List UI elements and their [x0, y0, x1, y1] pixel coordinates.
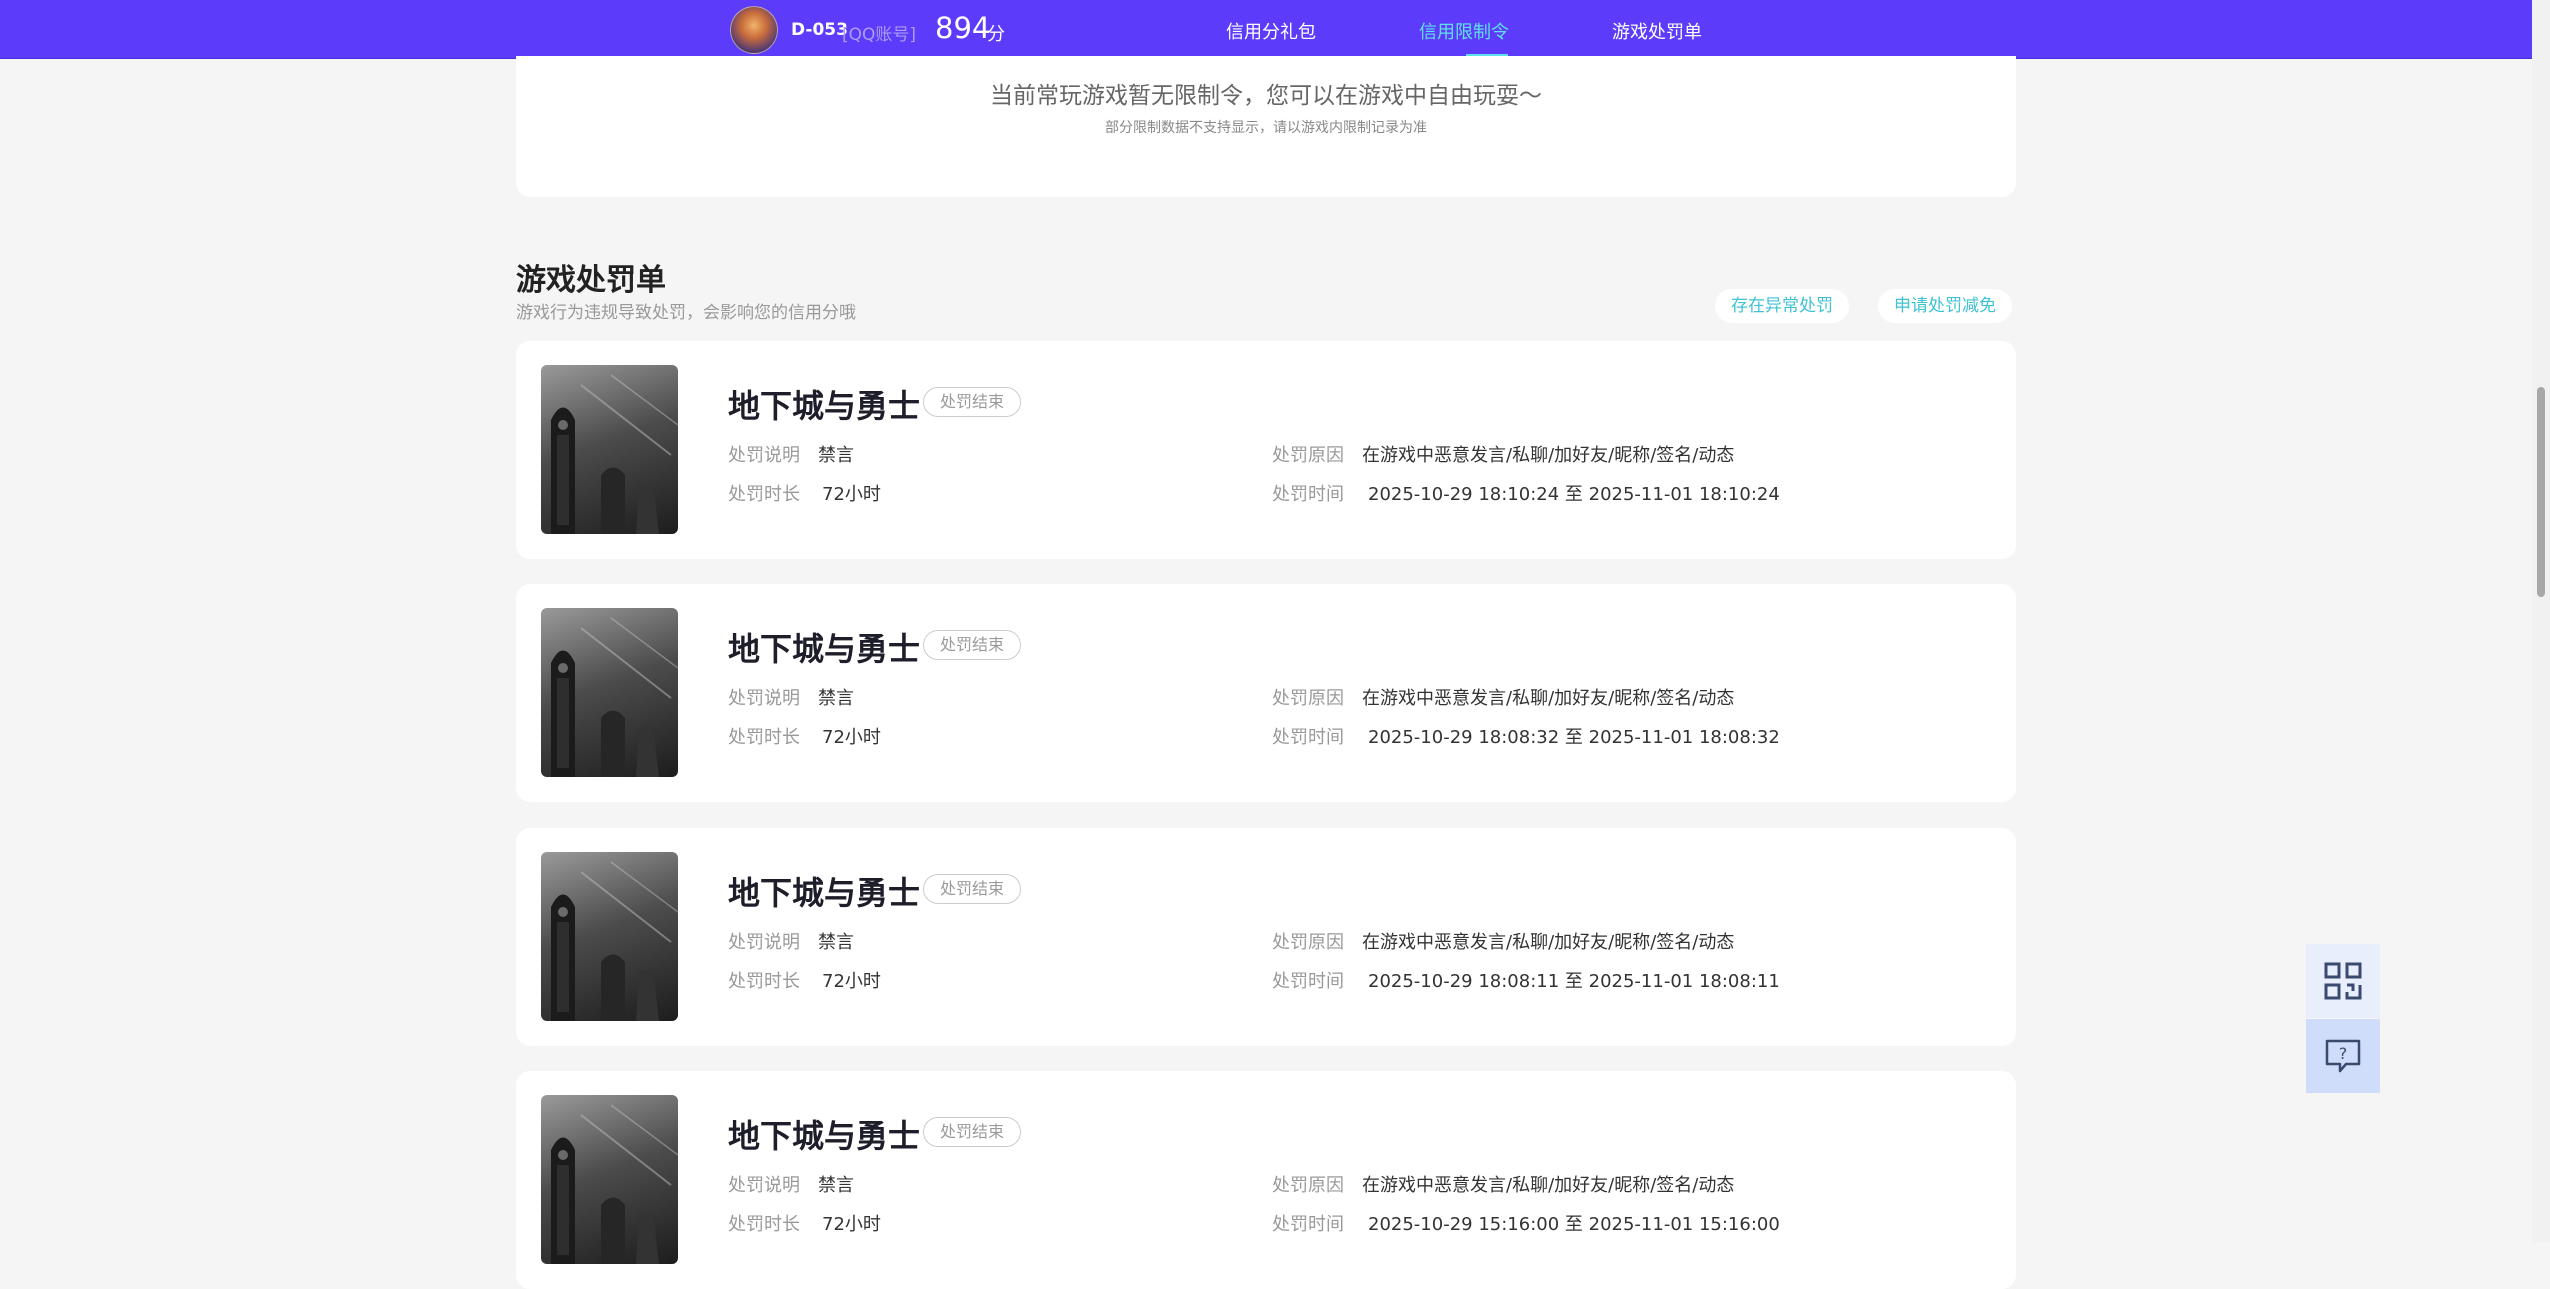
- penalty-time-label: 处罚时间: [1272, 484, 1344, 505]
- game-name: 地下城与勇士: [728, 387, 921, 425]
- penalty-desc-value: 禁言: [818, 932, 854, 953]
- user-name: D-053: [791, 20, 848, 40]
- penalty-time-value: 2025-10-29 18:08:32 至 2025-11-01 18:08:3…: [1368, 727, 1780, 748]
- penalty-desc-label: 处罚说明: [728, 688, 800, 709]
- game-name: 地下城与勇士: [728, 874, 921, 912]
- svg-text:?: ?: [2339, 1044, 2348, 1063]
- penalty-time-value: 2025-10-29 18:10:24 至 2025-11-01 18:10:2…: [1368, 484, 1780, 505]
- tab-credit-restriction[interactable]: 信用限制令: [1419, 18, 1509, 44]
- section-title: 游戏处罚单: [516, 263, 666, 298]
- game-thumbnail: [541, 365, 678, 534]
- penalty-desc-label: 处罚说明: [728, 1175, 800, 1196]
- status-badge: 处罚结束: [923, 1117, 1022, 1147]
- status-badge: 处罚结束: [923, 874, 1022, 904]
- penalty-reason-value: 在游戏中恶意发言/私聊/加好友/昵称/签名/动态: [1362, 445, 1735, 466]
- penalty-time-label: 处罚时间: [1272, 971, 1344, 992]
- penalty-reason-label: 处罚原因: [1272, 1175, 1344, 1196]
- tab-game-penalty[interactable]: 游戏处罚单: [1612, 18, 1702, 44]
- status-badge: 处罚结束: [923, 630, 1022, 660]
- help-feedback-button[interactable]: ?: [2306, 1019, 2380, 1093]
- status-badge: 处罚结束: [923, 387, 1022, 417]
- penalty-card[interactable]: 地下城与勇士 处罚结束处罚说明 禁言 处罚时长 72小时 处罚原因 在游戏中恶意发言/私聊/…: [516, 584, 2016, 802]
- penalty-reason-label: 处罚原因: [1272, 445, 1344, 466]
- penalty-reason-label: 处罚原因: [1272, 688, 1344, 709]
- penalty-duration-value: 72小时: [822, 727, 881, 748]
- abnormal-penalty-button[interactable]: 存在异常处罚: [1715, 289, 1849, 323]
- penalty-card[interactable]: 地下城与勇士 处罚结束处罚说明 禁言 处罚时长 72小时 处罚原因 在游戏中恶意发言/私聊/…: [516, 1071, 2016, 1289]
- game-name: 地下城与勇士: [728, 630, 921, 668]
- penalty-reason-value: 在游戏中恶意发言/私聊/加好友/昵称/签名/动态: [1362, 1175, 1735, 1196]
- apply-reduction-button[interactable]: 申请处罚减免: [1878, 289, 2012, 323]
- game-name: 地下城与勇士: [728, 1117, 921, 1155]
- penalty-duration-label: 处罚时长: [728, 971, 800, 992]
- penalty-duration-label: 处罚时长: [728, 484, 800, 505]
- avatar[interactable]: [730, 6, 778, 54]
- penalty-duration-label: 处罚时长: [728, 727, 800, 748]
- qr-code-button[interactable]: [2306, 944, 2380, 1018]
- penalty-reason-value: 在游戏中恶意发言/私聊/加好友/昵称/签名/动态: [1362, 688, 1735, 709]
- penalty-desc-label: 处罚说明: [728, 445, 800, 466]
- game-thumbnail: [541, 608, 678, 777]
- penalty-time-value: 2025-10-29 15:16:00 至 2025-11-01 15:16:0…: [1368, 1214, 1780, 1235]
- game-thumbnail: [541, 852, 678, 1021]
- section-subtitle: 游戏行为违规导致处罚，会影响您的信用分哦: [516, 303, 856, 323]
- penalty-time-value: 2025-10-29 18:08:11 至 2025-11-01 18:08:1…: [1368, 971, 1780, 992]
- penalty-card[interactable]: 地下城与勇士 处罚结束处罚说明 禁言 处罚时长 72小时 处罚原因 在游戏中恶意发言/私聊/…: [516, 828, 2016, 1046]
- notice-sub-text: 部分限制数据不支持显示，请以游戏内限制记录为准: [1105, 120, 1427, 136]
- qr-code-icon: [2324, 962, 2362, 1000]
- penalty-duration-label: 处罚时长: [728, 1214, 800, 1235]
- penalty-desc-label: 处罚说明: [728, 932, 800, 953]
- tab-credit-gift[interactable]: 信用分礼包: [1226, 18, 1316, 44]
- credit-score-unit: 分: [987, 24, 1005, 45]
- penalty-time-label: 处罚时间: [1272, 1214, 1344, 1235]
- account-type: [QQ账号]: [842, 25, 917, 45]
- penalty-reason-label: 处罚原因: [1272, 932, 1344, 953]
- notice-main-text: 当前常玩游戏暂无限制令，您可以在游戏中自由玩耍～: [990, 83, 1542, 109]
- credit-score: 894: [935, 11, 991, 45]
- penalty-desc-value: 禁言: [818, 688, 854, 709]
- penalty-time-label: 处罚时间: [1272, 727, 1344, 748]
- help-chat-icon: ?: [2325, 1039, 2361, 1073]
- penalty-duration-value: 72小时: [822, 484, 881, 505]
- scrollbar-track[interactable]: [2532, 0, 2550, 1243]
- penalty-desc-value: 禁言: [818, 445, 854, 466]
- penalty-desc-value: 禁言: [818, 1175, 854, 1196]
- penalty-duration-value: 72小时: [822, 971, 881, 992]
- scrollbar-thumb[interactable]: [2537, 387, 2545, 597]
- penalty-duration-value: 72小时: [822, 1214, 881, 1235]
- penalty-card[interactable]: 地下城与勇士 处罚结束处罚说明 禁言 处罚时长 72小时 处罚原因 在游戏中恶意发言/私聊/…: [516, 341, 2016, 559]
- penalty-reason-value: 在游戏中恶意发言/私聊/加好友/昵称/签名/动态: [1362, 932, 1735, 953]
- game-thumbnail: [541, 1095, 678, 1264]
- top-nav-bar: D-053 [QQ账号] 894 分 信用分礼包 信用限制令 游戏处罚单: [0, 0, 2532, 59]
- restriction-notice-card: 当前常玩游戏暂无限制令，您可以在游戏中自由玩耍～ 部分限制数据不支持显示，请以游…: [516, 56, 2016, 197]
